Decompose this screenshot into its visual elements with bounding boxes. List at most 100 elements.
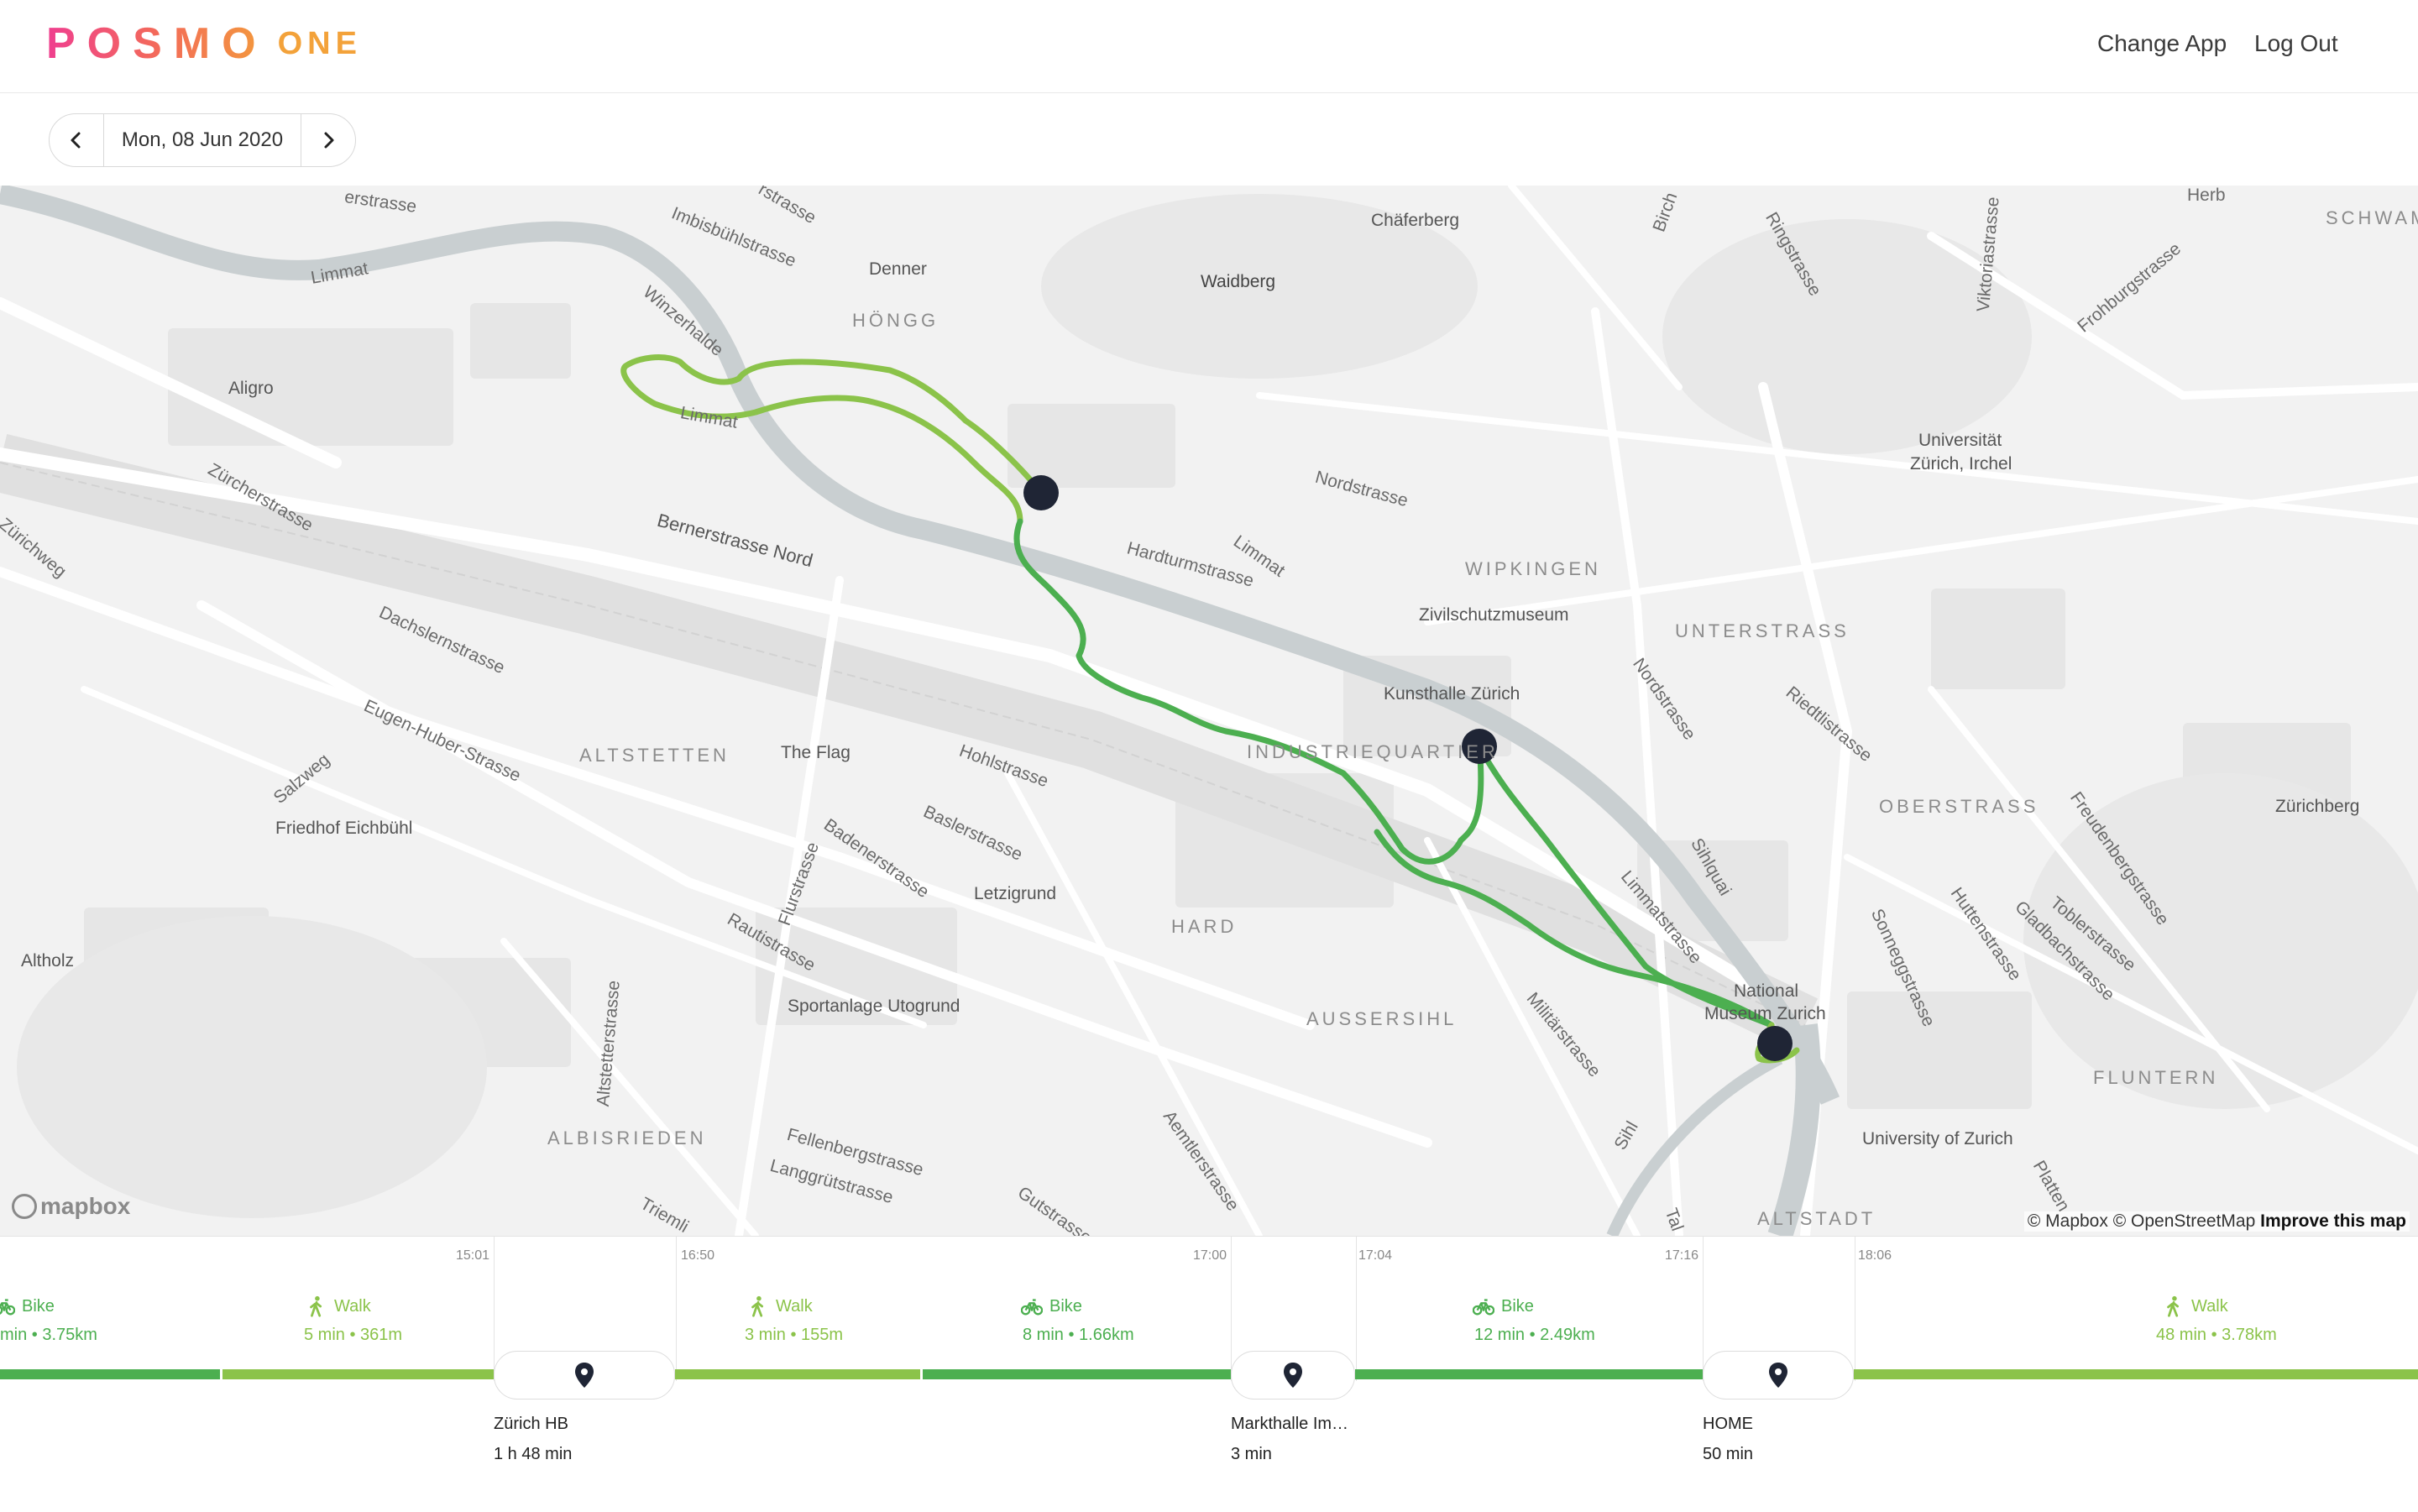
map-pin-icon (1769, 1363, 1787, 1388)
segment-mode: Walk (334, 1296, 371, 1316)
segment-bike[interactable]: Bike (0, 1295, 55, 1317)
mapbox-logo[interactable]: mapbox (12, 1193, 130, 1220)
app-header: POSMO ONE Change App Log Out (0, 0, 2418, 93)
segment-walk[interactable]: Walk (747, 1295, 813, 1317)
stop-duration: 50 min (1703, 1445, 1754, 1463)
segment-bar-bike[interactable] (0, 1369, 220, 1379)
trip-timeline[interactable]: 15:01 16:50 17:00 17:04 17:16 18:06 Bike… (0, 1236, 2418, 1512)
chevron-right-icon (324, 132, 334, 149)
posmo-one-logo[interactable]: POSMO ONE (46, 18, 362, 69)
segment-bar-bike[interactable] (1355, 1369, 1703, 1379)
date-picker: Mon, 08 Jun 2020 (49, 113, 356, 167)
change-app-link[interactable]: Change App (2097, 30, 2227, 57)
map-pin-icon (1284, 1363, 1302, 1388)
mapbox-icon (12, 1194, 37, 1219)
segment-bar-walk[interactable] (1854, 1369, 2418, 1379)
segment-detail: min • 3.75km (0, 1326, 97, 1344)
map-label: Museum Zurich (1704, 1004, 1826, 1023)
map-label: Zürich, Irchel (1910, 454, 2012, 473)
map-label: INDUSTRIEQUARTIER (1247, 741, 1499, 762)
improve-map-link[interactable]: Improve this map (2260, 1211, 2406, 1231)
segment-detail: 5 min • 361m (304, 1326, 403, 1344)
map-label: AUSSERSIHL (1306, 1008, 1458, 1029)
map-label: Denner (869, 259, 927, 279)
stop-duration: 1 h 48 min (494, 1445, 573, 1463)
segment-bar-walk[interactable] (222, 1369, 494, 1379)
time-tick: 18:06 (1858, 1248, 1892, 1263)
map-attribution: © Mapbox © OpenStreetMap Improve this ma… (2023, 1211, 2410, 1232)
stop-marker-home[interactable] (1757, 1026, 1793, 1061)
map-label: Letzigrund (974, 884, 1057, 903)
next-day-button[interactable] (301, 114, 355, 166)
stop-pin-button[interactable] (494, 1351, 675, 1400)
walk-icon (751, 1295, 764, 1317)
map-label: SCHWAM (2326, 207, 2418, 228)
map-label: Zivilschutzmuseum (1419, 605, 1569, 625)
walk-icon (2167, 1295, 2180, 1317)
bike-icon (1021, 1299, 1043, 1316)
map-label: Sportanlage Utogrund (788, 997, 960, 1016)
map-label: HÖNGG (852, 310, 939, 331)
map-label: UNTERSTRASS (1675, 620, 1850, 641)
map-label: Aligro (228, 379, 274, 398)
segment-mode: Bike (1049, 1296, 1082, 1316)
chevron-left-icon (71, 132, 81, 149)
stop-duration: 3 min (1231, 1445, 1272, 1463)
time-tick: 17:04 (1358, 1248, 1393, 1263)
segment-walk[interactable]: Walk (306, 1295, 371, 1317)
stop-name[interactable]: HOME (1703, 1415, 1753, 1434)
segment-detail: 48 min • 3.78km (2156, 1326, 2277, 1344)
stop-marker-zurich-hb[interactable] (1023, 475, 1059, 510)
map-label: FLUNTERN (2093, 1067, 2219, 1088)
previous-day-button[interactable] (50, 114, 103, 166)
map-label: ALTSTETTEN (579, 745, 730, 766)
segment-mode: Walk (2191, 1296, 2228, 1316)
map-label: Zürichberg (2275, 797, 2360, 816)
map-label: ALTSTADT (1757, 1208, 1876, 1229)
attribution-text[interactable]: © Mapbox © OpenStreetMap (2028, 1211, 2255, 1231)
date-toolbar: Mon, 08 Jun 2020 (0, 93, 2418, 186)
bike-icon (1473, 1299, 1494, 1316)
map-label: Friedhof Eichbühl (275, 819, 413, 838)
map-label: The Flag (781, 743, 850, 762)
map-label: OBERSTRASS (1879, 796, 2039, 817)
time-tick: 16:50 (681, 1248, 715, 1263)
segment-detail: 12 min • 2.49km (1474, 1326, 1595, 1344)
time-tick: 17:16 (1665, 1248, 1699, 1263)
map-pin-icon (575, 1363, 594, 1388)
segment-bike[interactable]: Bike (1473, 1295, 1534, 1317)
stop-name[interactable]: Markthalle Im… (1231, 1415, 1348, 1434)
walk-icon (310, 1295, 322, 1317)
stop-name[interactable]: Zürich HB (494, 1415, 568, 1434)
segment-walk[interactable]: Walk (2163, 1295, 2228, 1317)
segment-bar-walk[interactable] (675, 1369, 920, 1379)
segment-bar-bike[interactable] (923, 1369, 1231, 1379)
map-label: Altholz (21, 951, 75, 971)
map-view[interactable]: erstrasse Limmat Imbisbühlstrasse rstras… (0, 186, 2418, 1236)
logo-sub-text: ONE (277, 25, 362, 61)
map-label: WIPKINGEN (1465, 558, 1601, 579)
map-label: University of Zurich (1862, 1129, 2013, 1148)
mapbox-logo-text: mapbox (40, 1193, 131, 1219)
segment-detail: 3 min • 155m (745, 1326, 844, 1344)
map-label: HARD (1171, 916, 1238, 937)
segment-mode: Bike (22, 1296, 55, 1316)
map-label: Herb (2187, 186, 2226, 205)
stop-pin-button[interactable] (1231, 1351, 1355, 1400)
stop-pin-button[interactable] (1703, 1351, 1854, 1400)
map-label: ALBISRIEDEN (547, 1127, 707, 1148)
bike-icon (0, 1299, 15, 1316)
selected-date[interactable]: Mon, 08 Jun 2020 (103, 114, 301, 166)
map-label: National (1734, 981, 1799, 1001)
segment-detail: 8 min • 1.66km (1023, 1326, 1134, 1344)
segment-bike[interactable]: Bike (1021, 1295, 1082, 1317)
segment-mode: Bike (1501, 1296, 1534, 1316)
map-label: Waidberg (1201, 272, 1276, 291)
log-out-link[interactable]: Log Out (2254, 30, 2338, 57)
logo-main-text: POSMO (46, 19, 268, 68)
segment-mode: Walk (776, 1296, 813, 1316)
map-label: Universität (1918, 431, 2002, 450)
time-tick: 17:00 (1193, 1248, 1227, 1263)
map-label: Kunsthalle Zürich (1384, 684, 1520, 704)
time-tick: 15:01 (456, 1248, 490, 1263)
